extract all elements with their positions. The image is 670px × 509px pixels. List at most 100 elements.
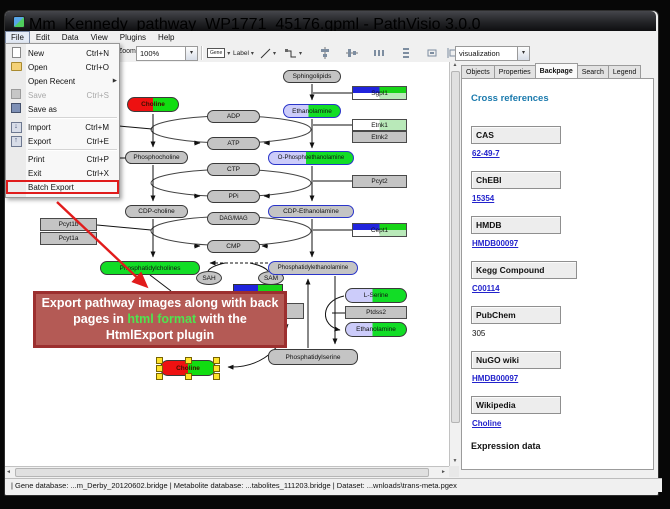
node-pcyt1b[interactable]: Pcyt1b — [40, 218, 97, 231]
xref-section-pubchem: PubChem 305 — [471, 306, 653, 338]
xref-title: ChEBI — [471, 171, 561, 189]
node-adp[interactable]: ADP — [207, 110, 260, 123]
zoom-dropdown-icon[interactable]: ▾ — [185, 47, 197, 60]
file-menu-save-as[interactable]: Save as — [6, 102, 119, 116]
file-menu-batch-export[interactable]: Batch Export — [6, 180, 119, 194]
horizontal-scroll-thumb[interactable] — [15, 468, 429, 477]
scroll-down-icon[interactable]: ▼ — [450, 458, 460, 464]
menu-separator — [28, 149, 117, 151]
node-pcyt2[interactable]: Pcyt2 — [352, 175, 407, 188]
vertical-scroll-thumb[interactable] — [451, 71, 460, 423]
node-cmp[interactable]: CMP — [207, 240, 260, 253]
file-menu-new[interactable]: New Ctrl+N — [6, 46, 119, 60]
selection-handle[interactable] — [213, 373, 220, 380]
xref-section-wikipedia: Wikipedia Choline — [471, 396, 653, 428]
annotation-callout: Export pathway images along with back pa… — [33, 291, 287, 348]
chevron-down-icon: ▾ — [299, 50, 302, 57]
file-menu-popup: New Ctrl+N Open Ctrl+O Open Recent ▶ Sav… — [5, 43, 120, 198]
line-icon — [260, 48, 271, 59]
visualization-combobox[interactable]: visualization ▾ — [455, 46, 530, 61]
backpage-panel: Cross references CAS 62-49-7 ChEBI 15354… — [461, 78, 654, 470]
selection-handle[interactable] — [213, 357, 220, 364]
node-dag-mag[interactable]: DAG/MAG — [207, 212, 260, 225]
canvas-horizontal-scrollbar[interactable]: ◄ ► — [5, 466, 449, 478]
xref-link[interactable]: 62-49-7 — [472, 149, 653, 158]
file-menu-open[interactable]: Open Ctrl+O — [6, 60, 119, 74]
selection-handle[interactable] — [156, 365, 163, 372]
node-cdp-choline[interactable]: CDP-choline — [125, 205, 188, 218]
canvas-vertical-scrollbar[interactable]: ▲ ▼ — [449, 62, 460, 466]
xref-link[interactable]: 15354 — [472, 194, 653, 203]
xref-section-cas: CAS 62-49-7 — [471, 126, 653, 158]
node-sah[interactable]: SAH — [196, 271, 222, 285]
import-icon: ↓ — [6, 121, 26, 133]
zoom-value: 100% — [137, 49, 185, 58]
gene-tool-button[interactable]: Gene ▾ — [207, 46, 230, 60]
tab-properties[interactable]: Properties — [494, 65, 536, 78]
node-pcyt1a[interactable]: Pcyt1a — [40, 232, 97, 245]
scroll-left-icon[interactable]: ◄ — [6, 469, 11, 475]
line-tool-button[interactable]: ▾ — [260, 46, 276, 60]
node-phosphatidylserine[interactable]: Phosphatidylserine — [268, 349, 358, 365]
scroll-up-icon[interactable]: ▲ — [450, 62, 460, 70]
selection-handle[interactable] — [213, 365, 220, 372]
file-menu-print[interactable]: Print Ctrl+P — [6, 152, 119, 166]
node-ctp[interactable]: CTP — [207, 163, 260, 176]
node-choline-top[interactable]: Choline — [127, 97, 179, 112]
file-menu-save[interactable]: Save Ctrl+S — [6, 88, 119, 102]
xref-link[interactable]: HMDB00097 — [472, 239, 653, 248]
tab-search[interactable]: Search — [577, 65, 609, 78]
common-width-button[interactable] — [424, 46, 439, 60]
node-ptdss2[interactable]: Ptdss2 — [345, 306, 407, 319]
selection-handle[interactable] — [185, 373, 192, 380]
node-cdp-ethanolamine[interactable]: CDP-Ethanolamine — [268, 205, 354, 218]
tab-objects[interactable]: Objects — [461, 65, 495, 78]
node-l-serine[interactable]: L-Serine — [345, 288, 407, 303]
node-ethanolamine-bottom[interactable]: Ethanolamine — [345, 322, 407, 337]
tab-backpage[interactable]: Backpage — [535, 63, 578, 78]
node-cept1[interactable]: Cept1 — [352, 223, 407, 237]
node-etnk2[interactable]: Etnk2 — [352, 131, 407, 143]
pathvisio-window: Mm_Kennedy_pathway_WP1771_45176.gpml - P… — [0, 0, 670, 509]
align-center-y-button[interactable] — [344, 46, 359, 60]
node-ppi[interactable]: PPi — [207, 190, 260, 203]
selection-handle[interactable] — [156, 373, 163, 380]
align-center-y-icon — [346, 47, 358, 59]
partially-hidden-gray-node[interactable] — [284, 303, 304, 319]
node-atp[interactable]: ATP — [207, 137, 260, 150]
visualization-value: visualization — [456, 49, 517, 58]
file-menu-export[interactable]: ↑ Export Ctrl+E — [6, 134, 119, 148]
menu-help[interactable]: Help — [152, 31, 180, 44]
node-sphingolipids[interactable]: Sphingolipids — [283, 70, 341, 83]
file-menu-import[interactable]: ↓ Import Ctrl+M — [6, 120, 119, 134]
node-phosphatidylcholines[interactable]: Phosphatidylcholines — [100, 261, 200, 275]
node-phosphatidylethanolamine[interactable]: Phosphatidylethanolamine — [268, 261, 358, 275]
distribute-vertical-icon — [400, 47, 412, 59]
zoom-combobox[interactable]: 100% ▾ — [136, 46, 198, 61]
save-disk-icon — [6, 89, 26, 101]
align-center-x-button[interactable] — [317, 46, 332, 60]
node-phosphocholine[interactable]: Phosphocholine — [125, 151, 188, 164]
node-etnk1[interactable]: Etnk1 — [352, 119, 407, 131]
xref-link[interactable]: HMDB00097 — [472, 374, 653, 383]
distribute-horizontal-button[interactable] — [371, 46, 386, 60]
node-sgpl1[interactable]: Sgpl1 — [352, 86, 407, 100]
connector-tool-button[interactable]: ▾ — [285, 46, 302, 60]
connector-icon — [285, 48, 297, 59]
scroll-right-icon[interactable]: ► — [441, 469, 446, 475]
label-tool-button[interactable]: Label ▾ — [233, 46, 254, 60]
node-o-phosphoethanolamine[interactable]: O-Phosphoethanolamine — [268, 151, 354, 165]
app-icon — [13, 16, 25, 28]
selection-handle[interactable] — [185, 357, 192, 364]
xref-link[interactable]: C00114 — [472, 284, 653, 293]
file-menu-exit[interactable]: Exit Ctrl+X — [6, 166, 119, 180]
selection-handle[interactable] — [156, 357, 163, 364]
distribute-vertical-button[interactable] — [398, 46, 413, 60]
tab-legend[interactable]: Legend — [608, 65, 641, 78]
expression-data-heading: Expression data — [471, 441, 653, 451]
node-ethanolamine-top[interactable]: Ethanolamine — [283, 104, 341, 118]
file-menu-open-recent[interactable]: Open Recent ▶ — [6, 74, 119, 88]
xref-title: PubChem — [471, 306, 561, 324]
xref-link[interactable]: Choline — [472, 419, 653, 428]
visualization-dropdown-icon[interactable]: ▾ — [517, 47, 529, 60]
